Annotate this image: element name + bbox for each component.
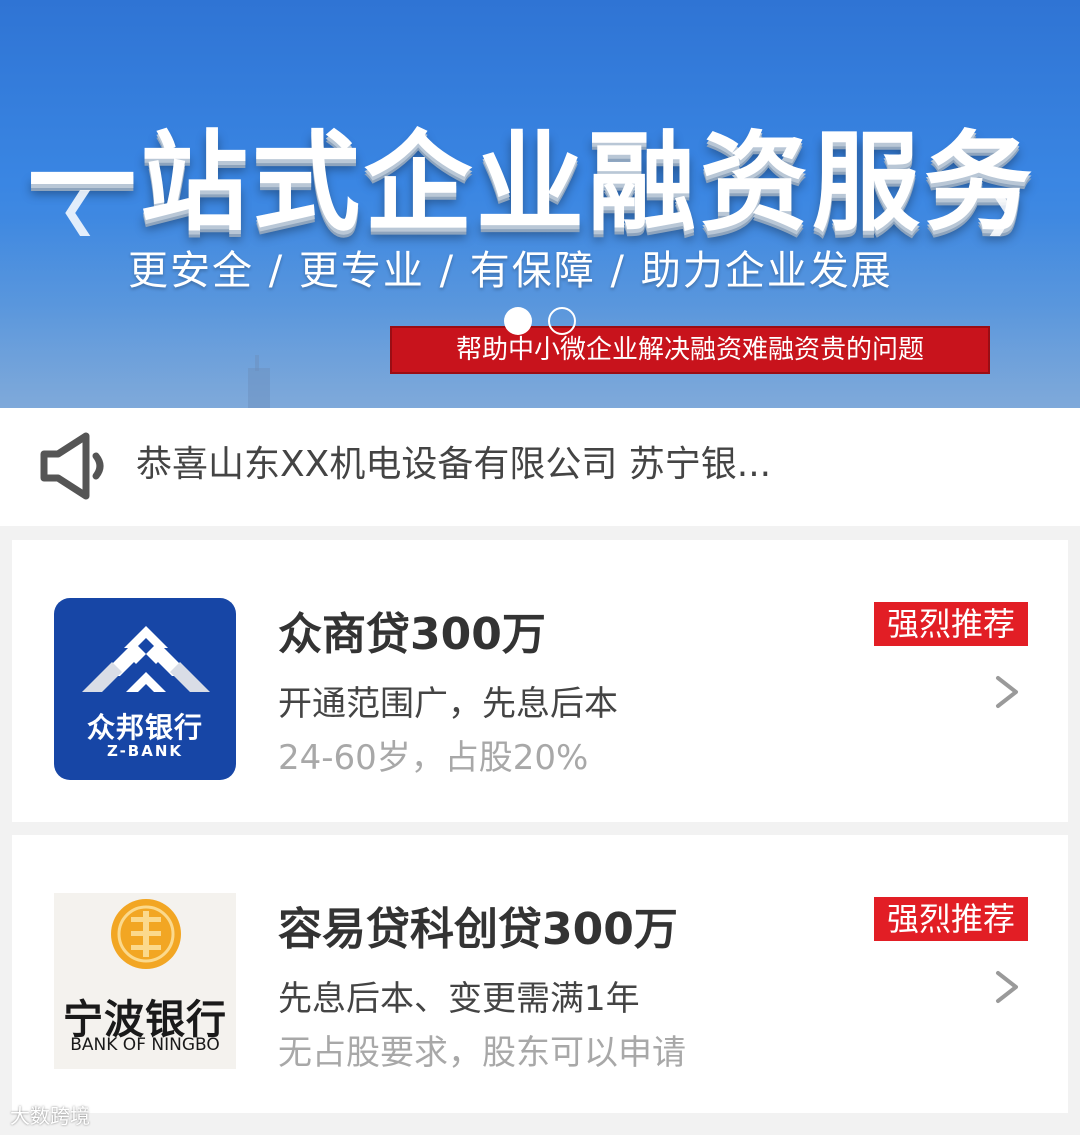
banner-carousel[interactable]: 一站式企业融资服务 更安全 / 更专业 / 有保障 / 助力企业发展 帮助中小微… [0, 0, 1080, 408]
banner-title: 一站式企业融资服务 [28, 121, 1037, 246]
product-card[interactable]: 众邦银行 Z-BANK 众商贷300万 开通范围广，先息后本 24-60岁，占股… [12, 540, 1068, 822]
product-requirement: 24-60岁，占股20% [278, 738, 589, 778]
page: 一站式企业融资服务 更安全 / 更专业 / 有保障 / 助力企业发展 帮助中小微… [0, 0, 1080, 1135]
ningbo-bank-logo: 宁波银行 BANK OF NINGBO [54, 893, 236, 1069]
banner-strip: 帮助中小微企业解决融资难融资贵的问题 [390, 326, 990, 374]
product-title: 容易贷科创贷300万 [278, 904, 678, 955]
recommend-badge: 强烈推荐 [874, 897, 1028, 941]
product-title: 众商贷300万 [278, 609, 546, 660]
carousel-next-icon[interactable]: ❯ [982, 183, 1022, 235]
notice-text: 恭喜山东XX机电设备有限公司 苏宁银... [136, 444, 772, 485]
product-requirement: 无占股要求，股东可以申请 [278, 1033, 686, 1073]
banner-subtitle: 更安全 / 更专业 / 有保障 / 助力企业发展 [128, 248, 893, 294]
zbank-mountain-icon [82, 626, 210, 692]
zbank-logo-cn: 众邦银行 [86, 711, 203, 744]
ningbo-coin-icon [111, 899, 181, 969]
product-feature: 开通范围广，先息后本 [278, 684, 618, 724]
banner-tower [248, 368, 270, 408]
carousel-dot-2[interactable] [548, 307, 576, 335]
zbank-logo: 众邦银行 Z-BANK [54, 598, 236, 780]
banner-tower-antenna [255, 355, 259, 371]
watermark: 大数跨境 [10, 1104, 90, 1128]
product-feature: 先息后本、变更需满1年 [278, 979, 640, 1019]
ningbo-logo-en: BANK OF NINGBO [70, 1035, 220, 1055]
product-card[interactable]: 宁波银行 BANK OF NINGBO 容易贷科创贷300万 先息后本、变更需满… [12, 835, 1068, 1113]
speaker-icon [40, 432, 104, 500]
chevron-right-icon[interactable] [992, 967, 1022, 1007]
recommend-badge: 强烈推荐 [874, 602, 1028, 646]
carousel-dot-1[interactable] [504, 307, 532, 335]
chevron-right-icon[interactable] [992, 672, 1022, 712]
zbank-logo-en: Z-BANK [106, 742, 184, 760]
carousel-prev-icon[interactable]: ❮ [58, 183, 98, 235]
